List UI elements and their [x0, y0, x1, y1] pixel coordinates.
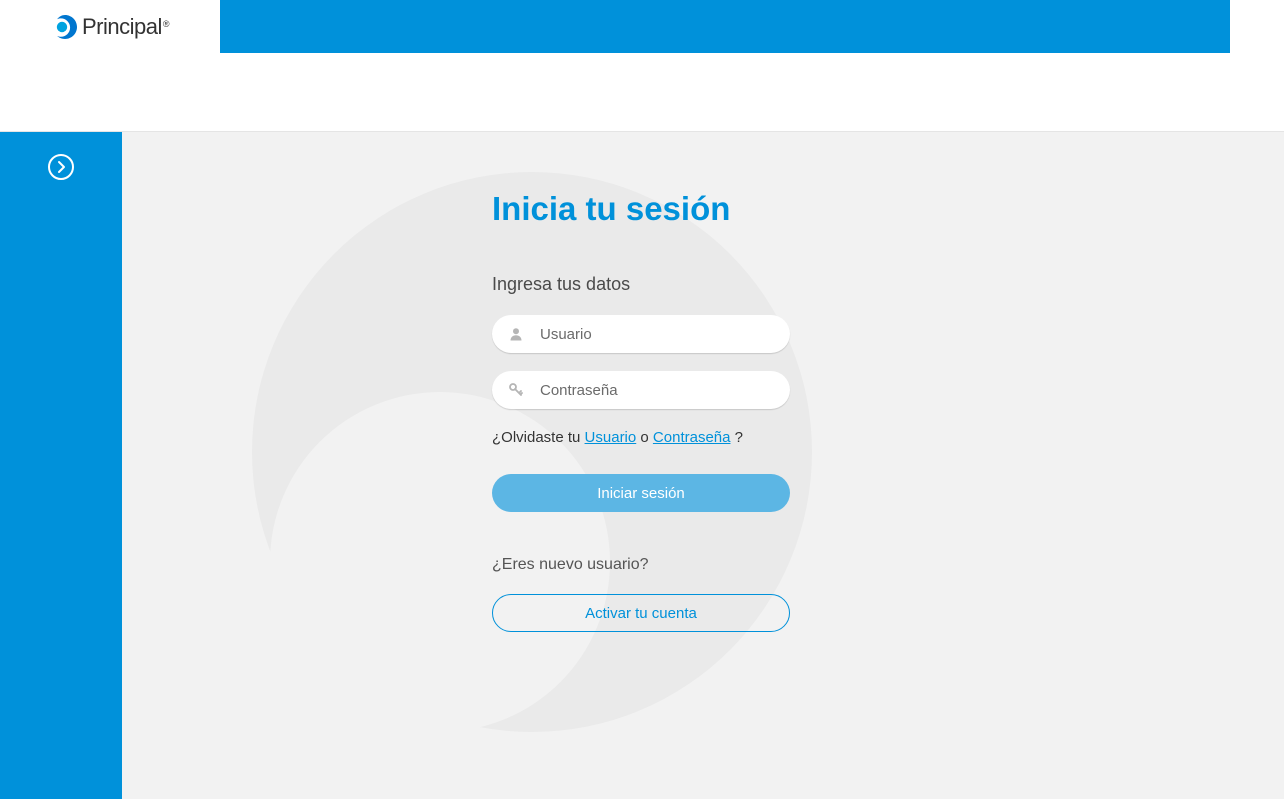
header: Principal®: [0, 0, 1284, 53]
header-bar: [220, 0, 1230, 53]
activate-account-button[interactable]: Activar tu cuenta: [492, 594, 790, 632]
forgot-suffix: ?: [730, 429, 743, 446]
forgot-prefix: ¿Olvidaste tu: [492, 429, 585, 446]
login-button[interactable]: Iniciar sesión: [492, 474, 790, 512]
header-spacer: [0, 53, 1284, 131]
chevron-right-circle-icon: [47, 153, 75, 186]
forgot-credentials-row: ¿Olvidaste tu Usuario o Contraseña ?: [492, 429, 802, 446]
username-field-wrap: [492, 315, 790, 353]
forgot-username-link[interactable]: Usuario: [585, 429, 637, 446]
new-user-title: ¿Eres nuevo usuario?: [492, 556, 802, 574]
brand-logo[interactable]: Principal®: [52, 14, 170, 40]
sidebar: [0, 132, 122, 799]
forgot-separator: o: [636, 429, 653, 446]
password-input[interactable]: [492, 371, 790, 409]
content-area: Inicia tu sesión Ingresa tus datos: [122, 132, 1284, 799]
main-area: Inicia tu sesión Ingresa tus datos: [0, 131, 1284, 799]
forgot-password-link[interactable]: Contraseña: [653, 429, 731, 446]
username-input[interactable]: [492, 315, 790, 353]
logo-area: Principal®: [0, 0, 220, 53]
brand-logo-icon: [52, 14, 78, 40]
brand-name: Principal®: [82, 14, 170, 40]
form-subtitle: Ingresa tus datos: [492, 274, 802, 295]
sidebar-expand-button[interactable]: [47, 155, 75, 183]
login-form: Inicia tu sesión Ingresa tus datos: [122, 132, 802, 632]
key-icon: [508, 382, 524, 398]
password-field-wrap: [492, 371, 790, 409]
user-icon: [508, 326, 524, 342]
page-title: Inicia tu sesión: [492, 190, 802, 228]
